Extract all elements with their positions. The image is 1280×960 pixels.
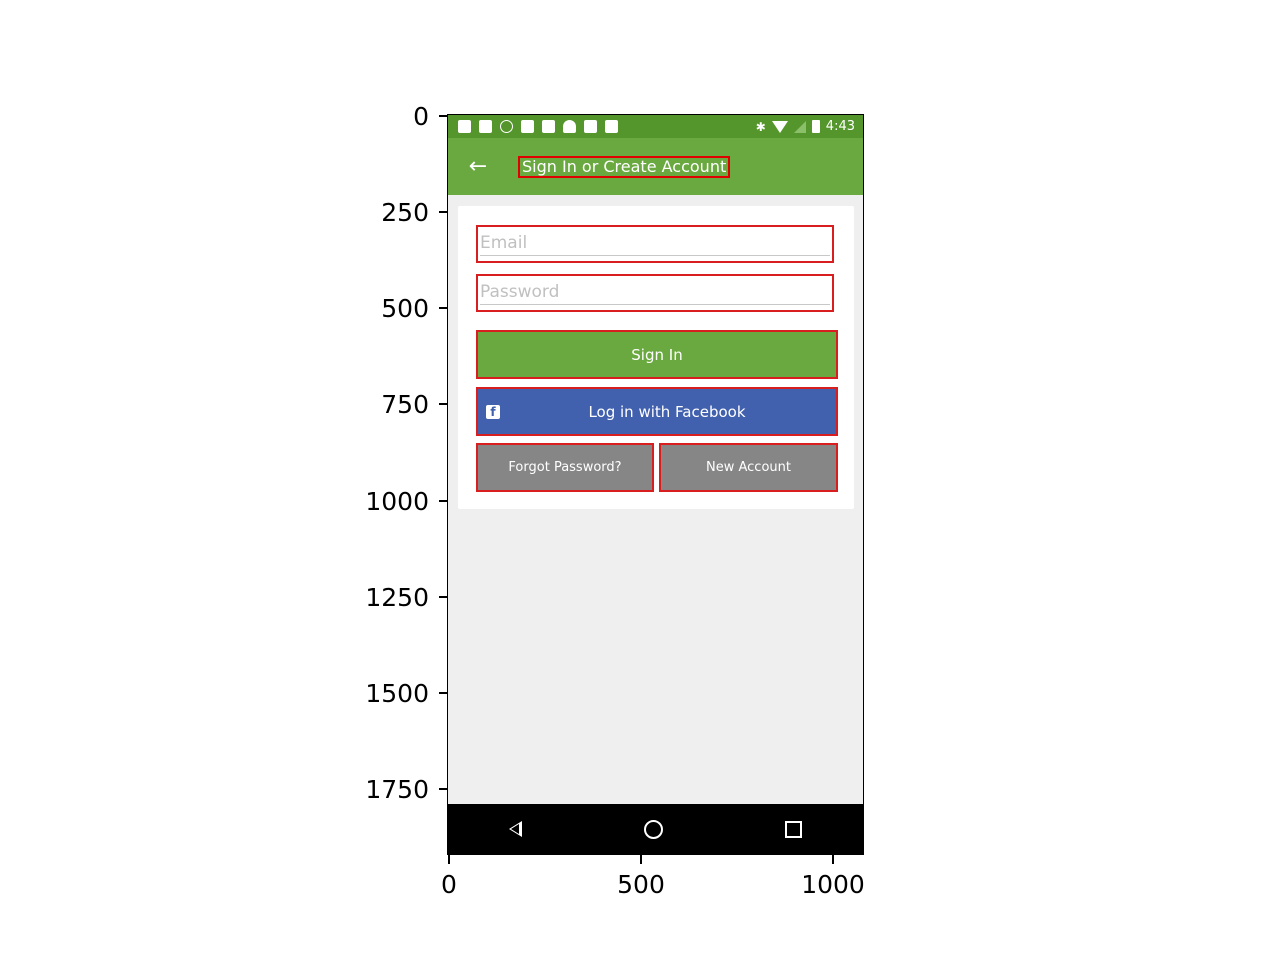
facebook-notification-icon [458, 120, 471, 133]
briefcase-icon [605, 120, 618, 133]
password-field-container [476, 274, 834, 312]
mail-icon [584, 120, 597, 133]
back-triangle-icon[interactable] [509, 821, 522, 837]
new-account-button[interactable]: New Account [659, 443, 838, 492]
arrow-left-icon[interactable]: ← [466, 154, 490, 179]
x-tick-label: 0 [441, 870, 457, 899]
recent-square-icon[interactable] [785, 820, 802, 838]
battery-icon [811, 120, 820, 133]
sign-in-card: Sign In f Log in with Facebook Forgot Pa… [458, 206, 854, 509]
y-tick-label: 1750 [365, 775, 429, 804]
email-field-container [476, 225, 834, 263]
y-tick-label: 750 [381, 390, 429, 419]
status-notification-icons [458, 120, 618, 133]
y-tick-label: 0 [413, 102, 429, 131]
status-bar: ✱ 4:43 [448, 115, 863, 138]
status-system-icons: ✱ 4:43 [756, 119, 855, 134]
navigation-bar [448, 804, 863, 854]
lock-icon [542, 120, 555, 133]
x-tick-label: 500 [617, 870, 665, 899]
status-time: 4:43 [825, 119, 855, 134]
facebook-notification-icon [479, 120, 492, 133]
sign-in-button[interactable]: Sign In [476, 330, 838, 379]
home-circle-icon[interactable] [644, 819, 663, 839]
y-tick-label: 500 [381, 294, 429, 323]
page-title: Sign In or Create Account [518, 155, 731, 178]
bluetooth-icon: ✱ [755, 119, 766, 134]
info-icon [500, 120, 513, 133]
email-field[interactable] [480, 231, 830, 256]
x-tick [832, 855, 834, 864]
y-tick-label: 1250 [365, 583, 429, 612]
y-tick-label: 1500 [365, 679, 429, 708]
facebook-login-label: Log in with Facebook [588, 402, 746, 421]
no-signal-icon [793, 120, 806, 133]
sign-in-button-label: Sign In [631, 345, 683, 364]
x-tick-label: 1000 [801, 870, 865, 899]
tools-icon [521, 120, 534, 133]
y-tick-label: 250 [381, 198, 429, 227]
app-bar: ← Sign In or Create Account [448, 138, 863, 195]
x-tick [448, 855, 450, 864]
x-tick [640, 855, 642, 864]
wifi-icon [771, 120, 788, 133]
forgot-password-label: Forgot Password? [508, 460, 622, 475]
android-icon [563, 120, 576, 133]
forgot-password-button[interactable]: Forgot Password? [476, 443, 654, 492]
password-field[interactable] [480, 280, 830, 305]
phone-screen: ✱ 4:43 ← Sign In or Create Account Sign … [447, 114, 864, 855]
facebook-login-button[interactable]: f Log in with Facebook [476, 387, 838, 436]
new-account-label: New Account [706, 460, 791, 475]
y-tick-label: 1000 [365, 487, 429, 516]
facebook-icon: f [486, 405, 500, 419]
